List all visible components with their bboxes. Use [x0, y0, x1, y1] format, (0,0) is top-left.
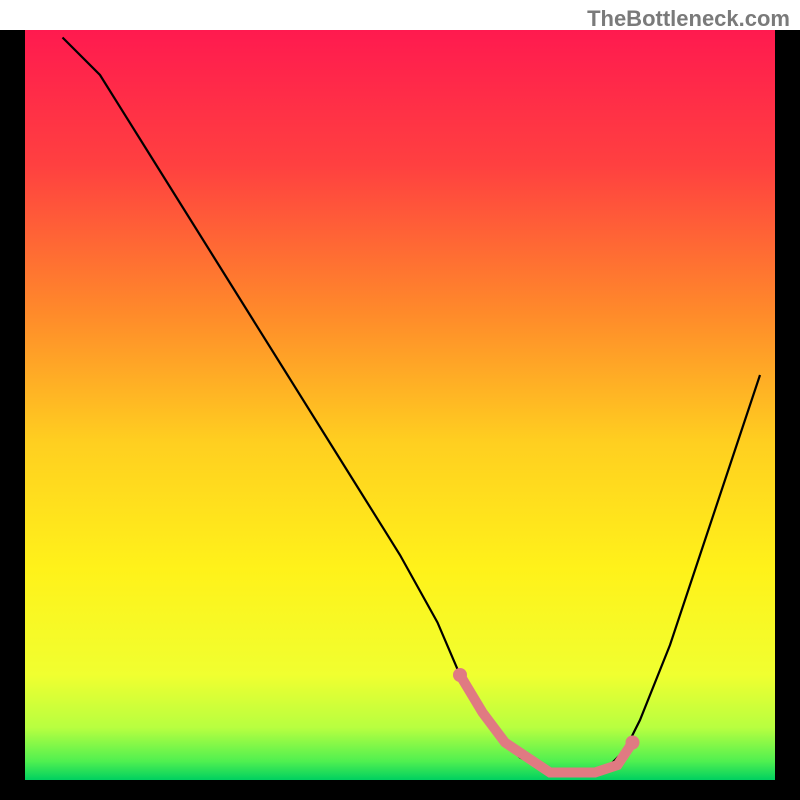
- frame-right: [775, 30, 800, 800]
- plot-background: [25, 30, 775, 780]
- frame-bottom: [0, 780, 800, 800]
- watermark-text: TheBottleneck.com: [587, 6, 790, 32]
- bottleneck-chart: [0, 0, 800, 800]
- frame-left: [0, 30, 25, 800]
- highlight-dot-end: [626, 736, 640, 750]
- highlight-dot-start: [453, 668, 467, 682]
